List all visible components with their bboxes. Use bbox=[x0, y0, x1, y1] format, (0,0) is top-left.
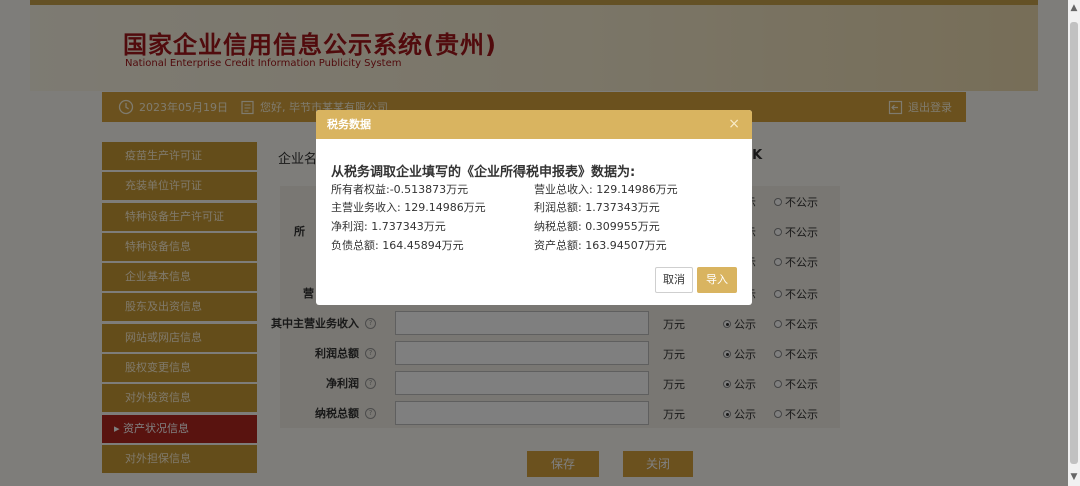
total-revenue-value: 营业总收入: 129.14986万元 bbox=[534, 183, 678, 196]
tax-data-dialog: 税务数据 × 从税务调取企业填写的《企业所得税申报表》数据为: 所有者权益:-0… bbox=[316, 110, 752, 305]
scroll-down-icon[interactable]: ▼ bbox=[1069, 472, 1079, 482]
net-profit-value: 净利润: 1.737343万元 bbox=[331, 220, 446, 233]
scroll-up-icon[interactable]: ▲ bbox=[1069, 3, 1079, 13]
scrollbar-thumb[interactable] bbox=[1070, 22, 1078, 464]
total-liabilities-value: 负债总额: 164.45894万元 bbox=[331, 239, 464, 252]
total-assets-value: 资产总额: 163.94507万元 bbox=[534, 239, 667, 252]
import-button[interactable]: 导入 bbox=[697, 267, 737, 293]
dialog-header: 税务数据 × bbox=[316, 110, 752, 139]
cancel-button[interactable]: 取消 bbox=[655, 267, 693, 293]
close-icon[interactable]: × bbox=[728, 110, 740, 139]
dialog-heading: 从税务调取企业填写的《企业所得税申报表》数据为: bbox=[331, 165, 636, 180]
main-revenue-value: 主营业务收入: 129.14986万元 bbox=[331, 201, 486, 214]
total-tax-value: 纳税总额: 0.309955万元 bbox=[534, 220, 660, 233]
vertical-scrollbar[interactable]: ▲ ▼ bbox=[1068, 0, 1080, 486]
owners-equity-value: 所有者权益:-0.513873万元 bbox=[331, 183, 469, 196]
dialog-title: 税务数据 bbox=[327, 118, 371, 131]
total-profit-value: 利润总额: 1.737343万元 bbox=[534, 201, 660, 214]
page: 国家企业信用信息公示系统(贵州) National Enterprise Cre… bbox=[0, 0, 1068, 486]
